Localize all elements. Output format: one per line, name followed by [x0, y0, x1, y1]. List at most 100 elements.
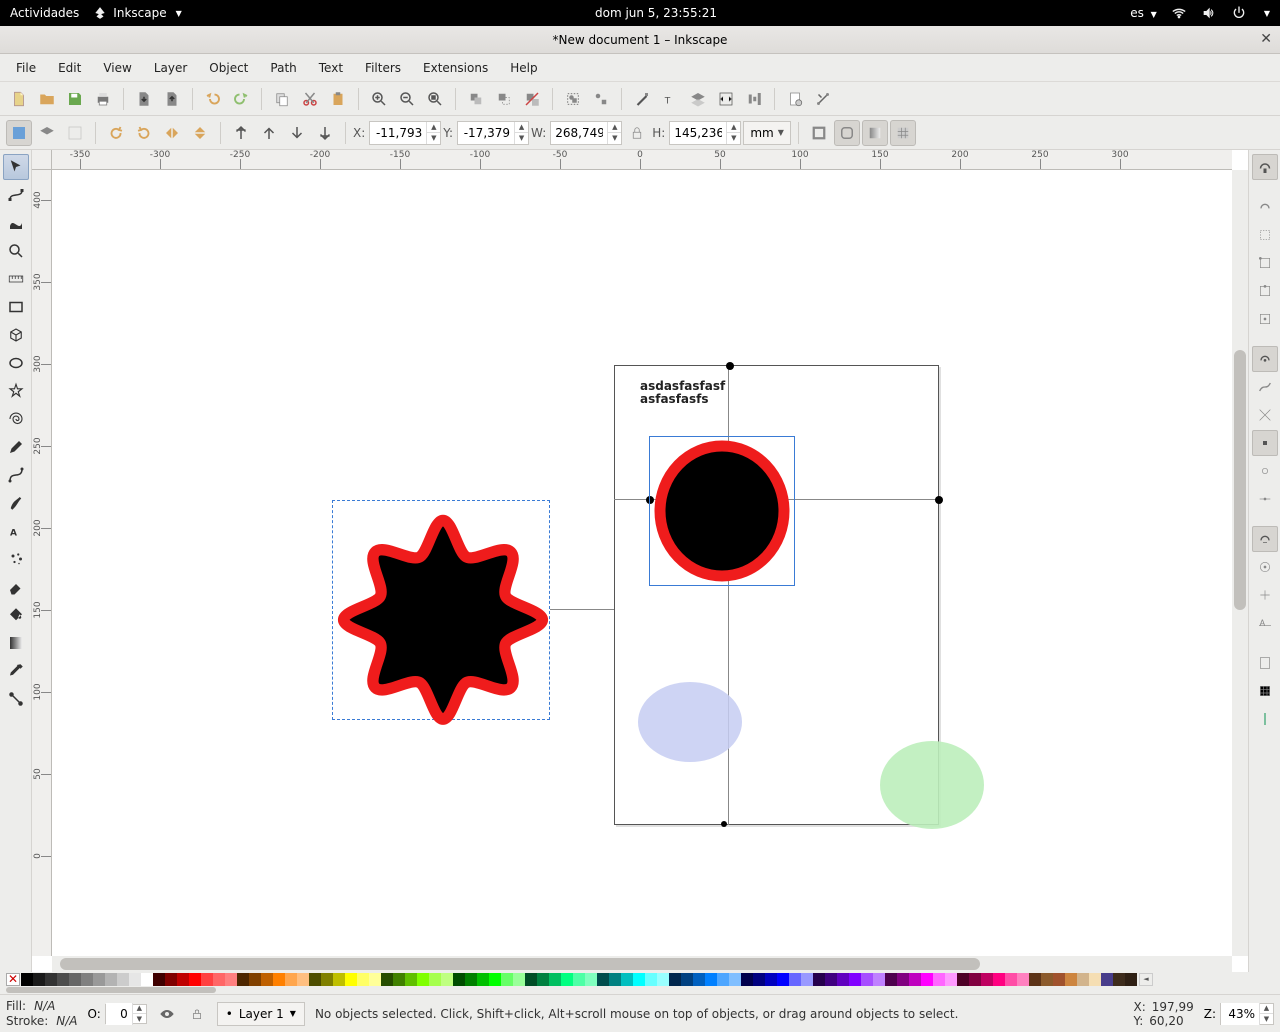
snap-page-border-button[interactable]: [1252, 650, 1278, 676]
bezier-tool[interactable]: [3, 462, 29, 488]
snap-bbox-center-button[interactable]: [1252, 306, 1278, 332]
duplicate-button[interactable]: [463, 86, 489, 112]
flip-vertical-button[interactable]: [187, 120, 213, 146]
select-all-layers-button[interactable]: [6, 120, 32, 146]
color-swatch[interactable]: [405, 973, 417, 986]
snap-guide-button[interactable]: [1252, 706, 1278, 732]
scrollbar-thumb[interactable]: [60, 958, 980, 970]
color-swatch[interactable]: [45, 973, 57, 986]
y-input[interactable]: [458, 122, 514, 144]
color-swatch[interactable]: [693, 973, 705, 986]
redo-button[interactable]: [228, 86, 254, 112]
color-swatch[interactable]: [297, 973, 309, 986]
color-swatch[interactable]: [261, 973, 273, 986]
color-swatch[interactable]: [645, 973, 657, 986]
color-swatch[interactable]: [381, 973, 393, 986]
spin-up-icon[interactable]: ▲: [426, 122, 440, 133]
color-swatch[interactable]: [741, 973, 753, 986]
layer-selector[interactable]: •Layer 1▼: [217, 1002, 305, 1026]
color-swatch[interactable]: [525, 973, 537, 986]
app-menu[interactable]: Inkscape ▼: [93, 6, 181, 20]
opacity-field[interactable]: O: ▲▼: [88, 1004, 147, 1024]
gradient-tool[interactable]: [3, 630, 29, 656]
h-input[interactable]: [670, 122, 726, 144]
menu-filters[interactable]: Filters: [355, 57, 411, 79]
snap-others-button[interactable]: [1252, 526, 1278, 552]
keyboard-layout-indicator[interactable]: es ▼: [1130, 6, 1157, 20]
color-swatch[interactable]: [453, 973, 465, 986]
color-swatch[interactable]: [765, 973, 777, 986]
dropper-tool[interactable]: [3, 658, 29, 684]
color-swatch[interactable]: [801, 973, 813, 986]
w-input[interactable]: [551, 122, 607, 144]
text-properties-button[interactable]: T: [657, 86, 683, 112]
layers-button[interactable]: [685, 86, 711, 112]
color-swatch[interactable]: [753, 973, 765, 986]
color-swatch[interactable]: [849, 973, 861, 986]
color-swatch[interactable]: [441, 973, 453, 986]
color-swatch[interactable]: [417, 973, 429, 986]
color-swatch[interactable]: [777, 973, 789, 986]
zoom-in-button[interactable]: [366, 86, 392, 112]
paint-bucket-tool[interactable]: [3, 602, 29, 628]
snap-enable-button[interactable]: [1252, 154, 1278, 180]
color-swatch[interactable]: [1017, 973, 1029, 986]
power-icon[interactable]: [1231, 5, 1247, 21]
export-button[interactable]: [159, 86, 185, 112]
color-swatch[interactable]: [537, 973, 549, 986]
color-swatch[interactable]: [993, 973, 1005, 986]
color-swatch[interactable]: [597, 973, 609, 986]
color-swatch[interactable]: [333, 973, 345, 986]
fill-stroke-button[interactable]: [629, 86, 655, 112]
connector-tool[interactable]: [3, 686, 29, 712]
menu-text[interactable]: Text: [309, 57, 353, 79]
color-swatch[interactable]: [69, 973, 81, 986]
color-swatch[interactable]: [309, 973, 321, 986]
ellipse-tool[interactable]: [3, 350, 29, 376]
text-object[interactable]: asdasfasfasf asfasfasfs: [640, 380, 725, 406]
color-swatch[interactable]: [57, 973, 69, 986]
menu-help[interactable]: Help: [500, 57, 547, 79]
ruler-origin[interactable]: [32, 150, 52, 170]
snap-path-button[interactable]: [1252, 374, 1278, 400]
color-swatch[interactable]: [957, 973, 969, 986]
color-swatch[interactable]: [21, 973, 33, 986]
snap-nodes-button[interactable]: [1252, 346, 1278, 372]
color-swatch[interactable]: [585, 973, 597, 986]
color-swatch[interactable]: [513, 973, 525, 986]
color-swatch[interactable]: [969, 973, 981, 986]
snap-line-midpoint-button[interactable]: [1252, 486, 1278, 512]
zoom-tool[interactable]: [3, 238, 29, 264]
menu-extensions[interactable]: Extensions: [413, 57, 498, 79]
color-swatch[interactable]: [669, 973, 681, 986]
affect-move-gradient-button[interactable]: [862, 120, 888, 146]
color-swatch[interactable]: [1005, 973, 1017, 986]
spiral-tool[interactable]: [3, 406, 29, 432]
pencil-tool[interactable]: [3, 434, 29, 460]
selector-tool[interactable]: [3, 154, 29, 180]
open-button[interactable]: [34, 86, 60, 112]
snap-path-intersect-button[interactable]: [1252, 402, 1278, 428]
horizontal-scrollbar[interactable]: [52, 956, 1232, 972]
rectangle-tool[interactable]: [3, 294, 29, 320]
color-swatch[interactable]: [897, 973, 909, 986]
color-swatch[interactable]: [285, 973, 297, 986]
selection-handle[interactable]: [721, 821, 727, 827]
color-swatch[interactable]: [705, 973, 717, 986]
color-swatch[interactable]: [609, 973, 621, 986]
chevron-down-icon[interactable]: ▼: [1264, 9, 1270, 18]
snap-rotation-center-button[interactable]: [1252, 582, 1278, 608]
affect-scale-stroke-button[interactable]: [806, 120, 832, 146]
undo-button[interactable]: [200, 86, 226, 112]
color-swatch[interactable]: [633, 973, 645, 986]
3dbox-tool[interactable]: [3, 322, 29, 348]
color-swatch[interactable]: [945, 973, 957, 986]
zoom-input[interactable]: [1221, 1003, 1259, 1025]
layer-visibility-toggle[interactable]: [157, 1004, 177, 1024]
lower-bottom-button[interactable]: [312, 120, 338, 146]
snap-text-baseline-button[interactable]: A: [1252, 610, 1278, 636]
menu-object[interactable]: Object: [199, 57, 258, 79]
color-swatch[interactable]: [621, 973, 633, 986]
window-title-bar[interactable]: *New document 1 – Inkscape ✕: [0, 26, 1280, 54]
color-swatch[interactable]: [429, 973, 441, 986]
